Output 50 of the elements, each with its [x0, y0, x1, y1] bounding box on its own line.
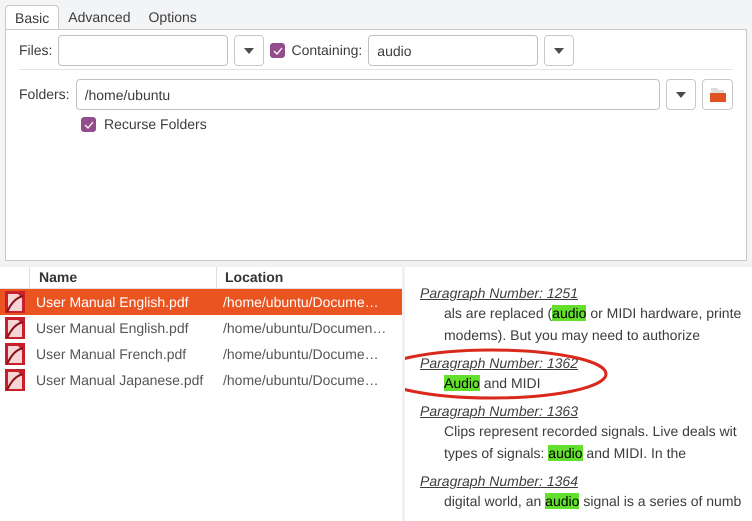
checkbox[interactable]	[81, 117, 96, 132]
paragraph-heading: Paragraph Number: 1251	[420, 285, 578, 302]
folders-label: Folders:	[19, 85, 70, 104]
paragraph-text: modems). But you may need to authorize	[443, 326, 700, 345]
paragraph-text: types of signals: audio and MIDI. In the	[443, 444, 686, 463]
paragraph-text: Audio and MIDI	[443, 374, 541, 393]
file-row[interactable]: User Manual French.pdf /home/ubuntu/Docume…	[0, 341, 402, 367]
caret-icon	[244, 48, 254, 54]
tab[interactable]: Basic	[5, 5, 60, 30]
browse-folder-button[interactable]	[702, 79, 733, 110]
file-row[interactable]: User Manual Japanese.pdf /home/ubuntu/Docume…	[0, 367, 402, 393]
paragraph-heading: Paragraph Number: 1363	[420, 403, 578, 420]
file-name: User Manual French.pdf	[35, 344, 188, 364]
pdf-file-icon	[4, 316, 26, 340]
folders-field[interactable]: /home/ubuntu	[76, 79, 660, 110]
column-header[interactable]: Location	[217, 267, 402, 288]
files-field[interactable]	[58, 35, 228, 66]
pdf-file-icon	[4, 368, 26, 392]
check-icon	[84, 120, 94, 128]
caret-icon	[676, 92, 686, 98]
containing-field[interactable]: audio	[368, 35, 538, 66]
checkbox[interactable]	[270, 43, 286, 58]
files-label: Files:	[19, 41, 52, 60]
dropdown-button[interactable]	[666, 79, 696, 110]
tab[interactable]: Advanced	[59, 5, 140, 30]
containing-label: Containing:	[291, 41, 362, 60]
tab[interactable]: Options	[140, 5, 206, 30]
file-location: /home/ubuntu/Docume…	[222, 344, 380, 364]
folder-icon	[708, 86, 726, 102]
check-icon	[272, 46, 283, 54]
file-location: /home/ubuntu/Documen…	[222, 318, 388, 338]
file-name: User Manual English.pdf	[35, 292, 190, 312]
paragraph-heading: Paragraph Number: 1362	[420, 355, 578, 372]
caret-icon	[554, 48, 564, 54]
pdf-file-icon	[4, 342, 26, 366]
file-name: User Manual English.pdf	[35, 318, 190, 338]
paragraph-heading: Paragraph Number: 1364	[420, 473, 578, 490]
file-location: /home/ubuntu/Docume…	[222, 292, 380, 312]
file-name: User Manual Japanese.pdf	[35, 370, 204, 390]
paragraph-text: als are replaced (audio or MIDI hardware, printe	[443, 304, 742, 323]
paragraph-text: digital world, an audio signal is a series of numb	[443, 492, 742, 511]
pdf-file-icon	[4, 290, 26, 314]
recurse-folders-label: Recurse Folders	[104, 115, 207, 134]
column-header[interactable]: Name	[30, 267, 217, 288]
file-location: /home/ubuntu/Docume…	[222, 370, 380, 390]
paragraph-text: Clips represent recorded signals. Live deals wit	[443, 422, 737, 441]
dropdown-button[interactable]	[544, 35, 574, 66]
dropdown-button[interactable]	[234, 35, 264, 66]
file-row[interactable]: User Manual English.pdf /home/ubuntu/Documen…	[0, 315, 402, 341]
file-row[interactable]: User Manual English.pdf /home/ubuntu/Docume…	[0, 289, 402, 315]
